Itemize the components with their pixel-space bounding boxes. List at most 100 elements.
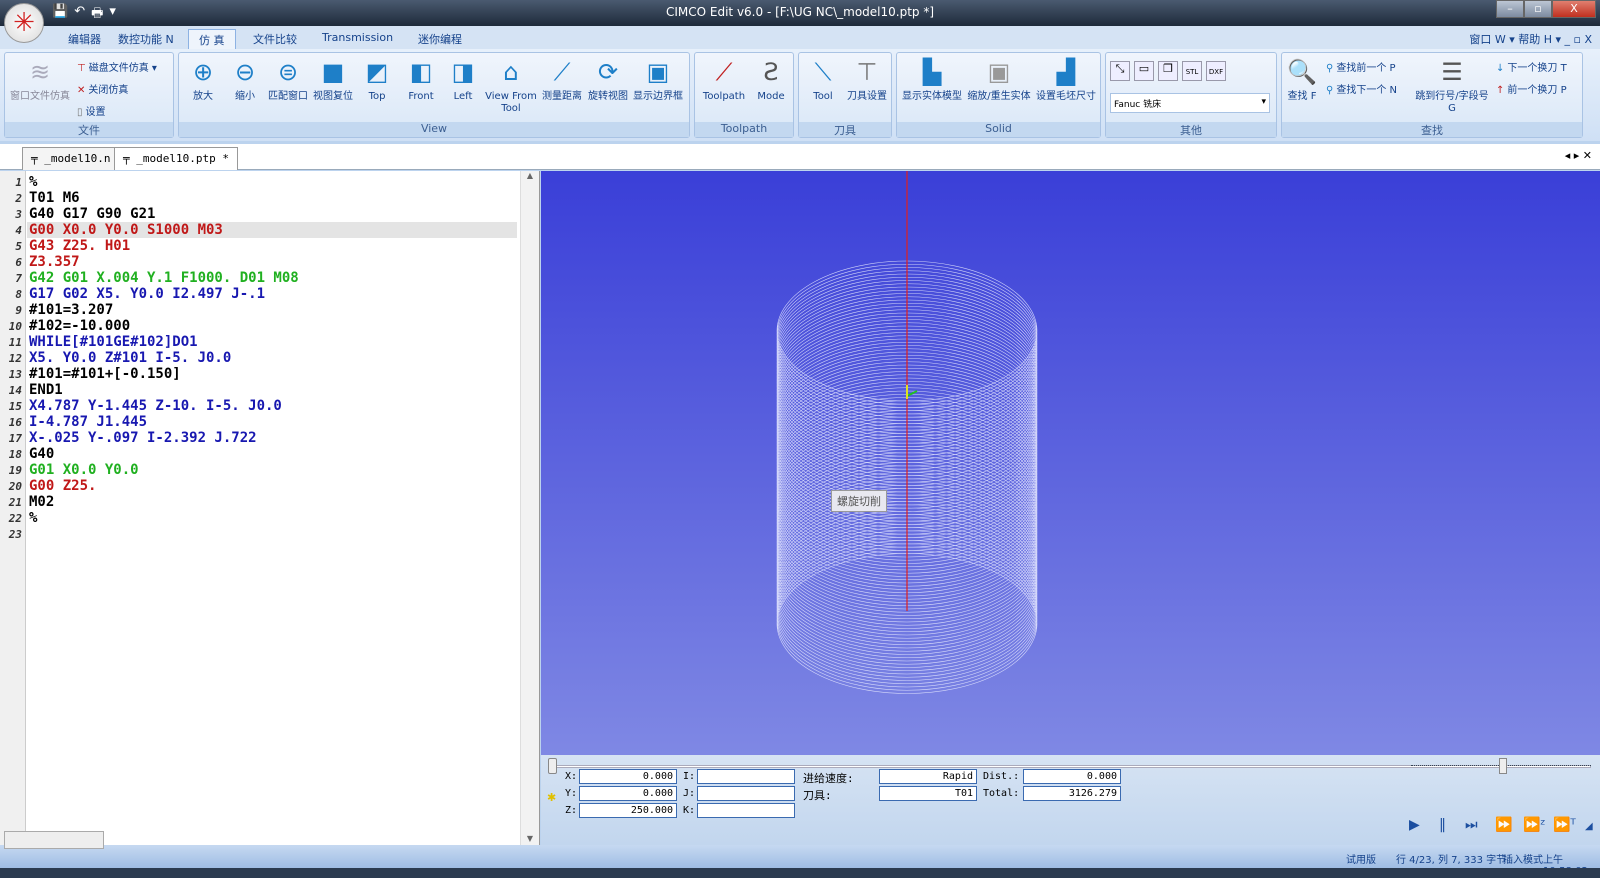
settings-button[interactable]: ▯ 设置 bbox=[77, 103, 106, 118]
tab-nc-functions[interactable]: 数控功能 N bbox=[108, 29, 184, 49]
z-step-button[interactable]: ⏩ᶻ bbox=[1523, 817, 1546, 833]
rotate-view-button[interactable]: ⟳ 旋转视图 bbox=[585, 57, 631, 103]
code-line[interactable]: G43 Z25. H01 bbox=[29, 238, 130, 254]
vertical-scrollbar[interactable]: ▲ ▼ bbox=[520, 171, 539, 845]
bounding-box-button[interactable]: ▣ 显示边界框 bbox=[631, 57, 685, 103]
group-label: 其他 bbox=[1106, 122, 1276, 137]
tab-nav-controls[interactable]: ◂ ▸ ✕ bbox=[1565, 149, 1592, 162]
code-line[interactable]: X-.025 Y-.097 I-2.392 J.722 bbox=[29, 430, 257, 446]
goto-line-button[interactable]: ☰ 跳到行号/字段号 G bbox=[1412, 57, 1492, 115]
code-line[interactable]: WHILE[#101GE#102]DO1 bbox=[29, 334, 198, 350]
zoom-solid-button[interactable]: ▣ 缩放/重生实体 bbox=[965, 57, 1033, 103]
y-label: Y: bbox=[565, 788, 578, 799]
group-label: 刀具 bbox=[799, 122, 891, 137]
find-button[interactable]: 🔍 查找 F bbox=[1284, 57, 1320, 103]
cursor-icon: ✱ bbox=[547, 791, 557, 804]
code-line[interactable]: END1 bbox=[29, 382, 63, 398]
dxf-icon[interactable]: DXF bbox=[1206, 61, 1226, 81]
tab-transmission[interactable]: Transmission bbox=[312, 29, 403, 49]
top-view-button[interactable]: ◩ Top bbox=[355, 57, 399, 103]
code-line[interactable]: G40 G17 G90 G21 bbox=[29, 206, 155, 222]
next-tool-button[interactable]: ↓ 下一个换刀 T bbox=[1496, 59, 1567, 74]
k-label: K: bbox=[683, 805, 696, 816]
fit-window-icon: ⊜ bbox=[277, 58, 299, 86]
doc-tab-nc[interactable]: ╤ _model10.n bbox=[22, 147, 120, 170]
view-from-tool-button[interactable]: ⌂ View From Tool bbox=[483, 57, 539, 115]
close-sim-button[interactable]: ✕ 关闭仿真 bbox=[77, 81, 128, 96]
front-view-button[interactable]: ◧ Front bbox=[399, 57, 443, 103]
stl-icon[interactable]: STL bbox=[1182, 61, 1202, 81]
tool-button[interactable]: ⟍ Tool bbox=[803, 57, 843, 103]
fit-window-button[interactable]: ⊜ 匹配窗口 bbox=[265, 57, 311, 103]
machine-select[interactable]: Fanuc 铣床 ▾ bbox=[1110, 93, 1270, 113]
code-line[interactable]: #101=3.207 bbox=[29, 302, 113, 318]
code-line[interactable]: T01 M6 bbox=[29, 190, 80, 206]
code-line[interactable]: G00 X0.0 Y0.0 S1000 M03 bbox=[29, 222, 223, 238]
prev-tool-icon: ↑ bbox=[1496, 85, 1505, 96]
tab-file-compare[interactable]: 文件比较 bbox=[243, 29, 307, 49]
edition-status: 试用版 bbox=[1346, 855, 1376, 866]
tab-mini-programming[interactable]: 迷你编程 bbox=[408, 29, 472, 49]
app-menu-button[interactable]: ✳ bbox=[4, 3, 44, 43]
cursor-position: 行 4/23, 列 7, 333 字节 bbox=[1396, 855, 1507, 866]
toolpath-button[interactable]: ⟋ Toolpath bbox=[699, 57, 749, 103]
doc-tab-ptp[interactable]: ╤ _model10.ptp * bbox=[114, 147, 238, 170]
code-line[interactable]: G40 bbox=[29, 446, 54, 462]
code-line[interactable]: G01 X0.0 Y0.0 bbox=[29, 462, 139, 478]
find-prev-button[interactable]: ⚲ 查找前一个 P bbox=[1326, 59, 1396, 74]
minimize-button[interactable]: – bbox=[1496, 0, 1524, 18]
toolpath-helix bbox=[776, 171, 1038, 694]
code-editor[interactable]: 1% 2 T01 M6 3 G40 G17 G90 G21 4 G00 X0.0 Y0.0 … bbox=[0, 171, 540, 845]
stock-size-button[interactable]: ▟ 设置毛坯尺寸 bbox=[1033, 57, 1099, 103]
tool-settings-icon: ⊤ bbox=[856, 58, 878, 86]
code-line[interactable]: I-4.787 J1.445 bbox=[29, 414, 147, 430]
pause-button[interactable]: ‖ bbox=[1439, 817, 1446, 833]
tab-editor[interactable]: 编辑器 bbox=[58, 29, 111, 49]
slider-thumb[interactable] bbox=[548, 758, 557, 774]
horizontal-scrollbar[interactable] bbox=[4, 831, 104, 849]
find-prev-icon: ⚲ bbox=[1326, 63, 1334, 74]
zoom-in-button[interactable]: ⊕ 放大 bbox=[181, 57, 225, 103]
close-button[interactable]: X bbox=[1552, 0, 1596, 18]
disk-file-sim-button[interactable]: ⊤ 磁盘文件仿真 ▾ bbox=[77, 59, 157, 74]
play-button[interactable]: ▶ bbox=[1409, 817, 1420, 833]
speed-thumb[interactable] bbox=[1499, 758, 1507, 774]
rotate-view-icon: ⟳ bbox=[597, 58, 619, 86]
code-line[interactable]: % bbox=[29, 174, 37, 190]
code-line[interactable]: G42 G01 X.004 Y.1 F1000. D01 M08 bbox=[29, 270, 299, 286]
code-line[interactable]: M02 bbox=[29, 494, 54, 510]
window-help-menu[interactable]: 窗口 W ▾ 帮助 H ▾ _ ▫ X bbox=[1469, 31, 1592, 47]
step-button[interactable]: ⏭ bbox=[1465, 817, 1478, 833]
code-line[interactable]: G17 G02 X5. Y0.0 I2.497 J-.1 bbox=[29, 286, 265, 302]
prev-tool-button[interactable]: ↑ 前一个换刀 P bbox=[1496, 81, 1567, 96]
y-axis-marker bbox=[906, 390, 918, 397]
maximize-button[interactable]: ▫ bbox=[1524, 0, 1552, 18]
find-group: 🔍 查找 F ⚲ 查找前一个 P ⚲ 查找下一个 N ☰ 跳到行号/字段号 G ↓ 下一个… bbox=[1281, 52, 1583, 138]
code-line[interactable]: G00 Z25. bbox=[29, 478, 96, 494]
find-step-button[interactable]: ⏩ bbox=[1495, 817, 1512, 833]
export-icon[interactable]: ⤡ bbox=[1110, 61, 1130, 81]
tool-settings-button[interactable]: ⊤ 刀具设置 bbox=[843, 57, 891, 103]
tab-simulation[interactable]: 仿 真 bbox=[188, 29, 236, 49]
code-line[interactable]: X4.787 Y-1.445 Z-10. I-5. J0.0 bbox=[29, 398, 282, 414]
find-next-button[interactable]: ⚲ 查找下一个 N bbox=[1326, 81, 1397, 96]
copy-icon[interactable]: ❐ bbox=[1158, 61, 1178, 81]
k-field bbox=[697, 803, 795, 818]
3d-simulation-viewport[interactable]: 螺旋切削 bbox=[541, 171, 1600, 755]
speed-slider[interactable] bbox=[1411, 758, 1591, 774]
mode-button[interactable]: Ƨ Mode bbox=[749, 57, 793, 103]
code-line[interactable]: % bbox=[29, 510, 37, 526]
view-reset-button[interactable]: ■ 视图复位 bbox=[311, 57, 355, 103]
show-solid-button[interactable]: ▙ 显示实体模型 bbox=[899, 57, 965, 103]
tool-step-button[interactable]: ⏩ᵀ bbox=[1553, 817, 1576, 833]
code-line[interactable]: X5. Y0.0 Z#101 I-5. J0.0 bbox=[29, 350, 231, 366]
code-line[interactable]: Z3.357 bbox=[29, 254, 80, 270]
ruler-icon[interactable]: ▭ bbox=[1134, 61, 1154, 81]
left-view-button[interactable]: ◨ Left bbox=[443, 57, 483, 103]
resize-grip-icon[interactable]: ◢ bbox=[1585, 821, 1593, 832]
measure-distance-button[interactable]: ⟋ 测量距离 bbox=[539, 57, 585, 103]
zoom-out-button[interactable]: ⊖ 缩小 bbox=[225, 57, 265, 103]
window-file-sim-button[interactable]: ≋ 窗口文件仿真 bbox=[7, 57, 73, 103]
code-line[interactable]: #101=#101+[-0.150] bbox=[29, 366, 181, 382]
code-line[interactable]: #102=-10.000 bbox=[29, 318, 130, 334]
